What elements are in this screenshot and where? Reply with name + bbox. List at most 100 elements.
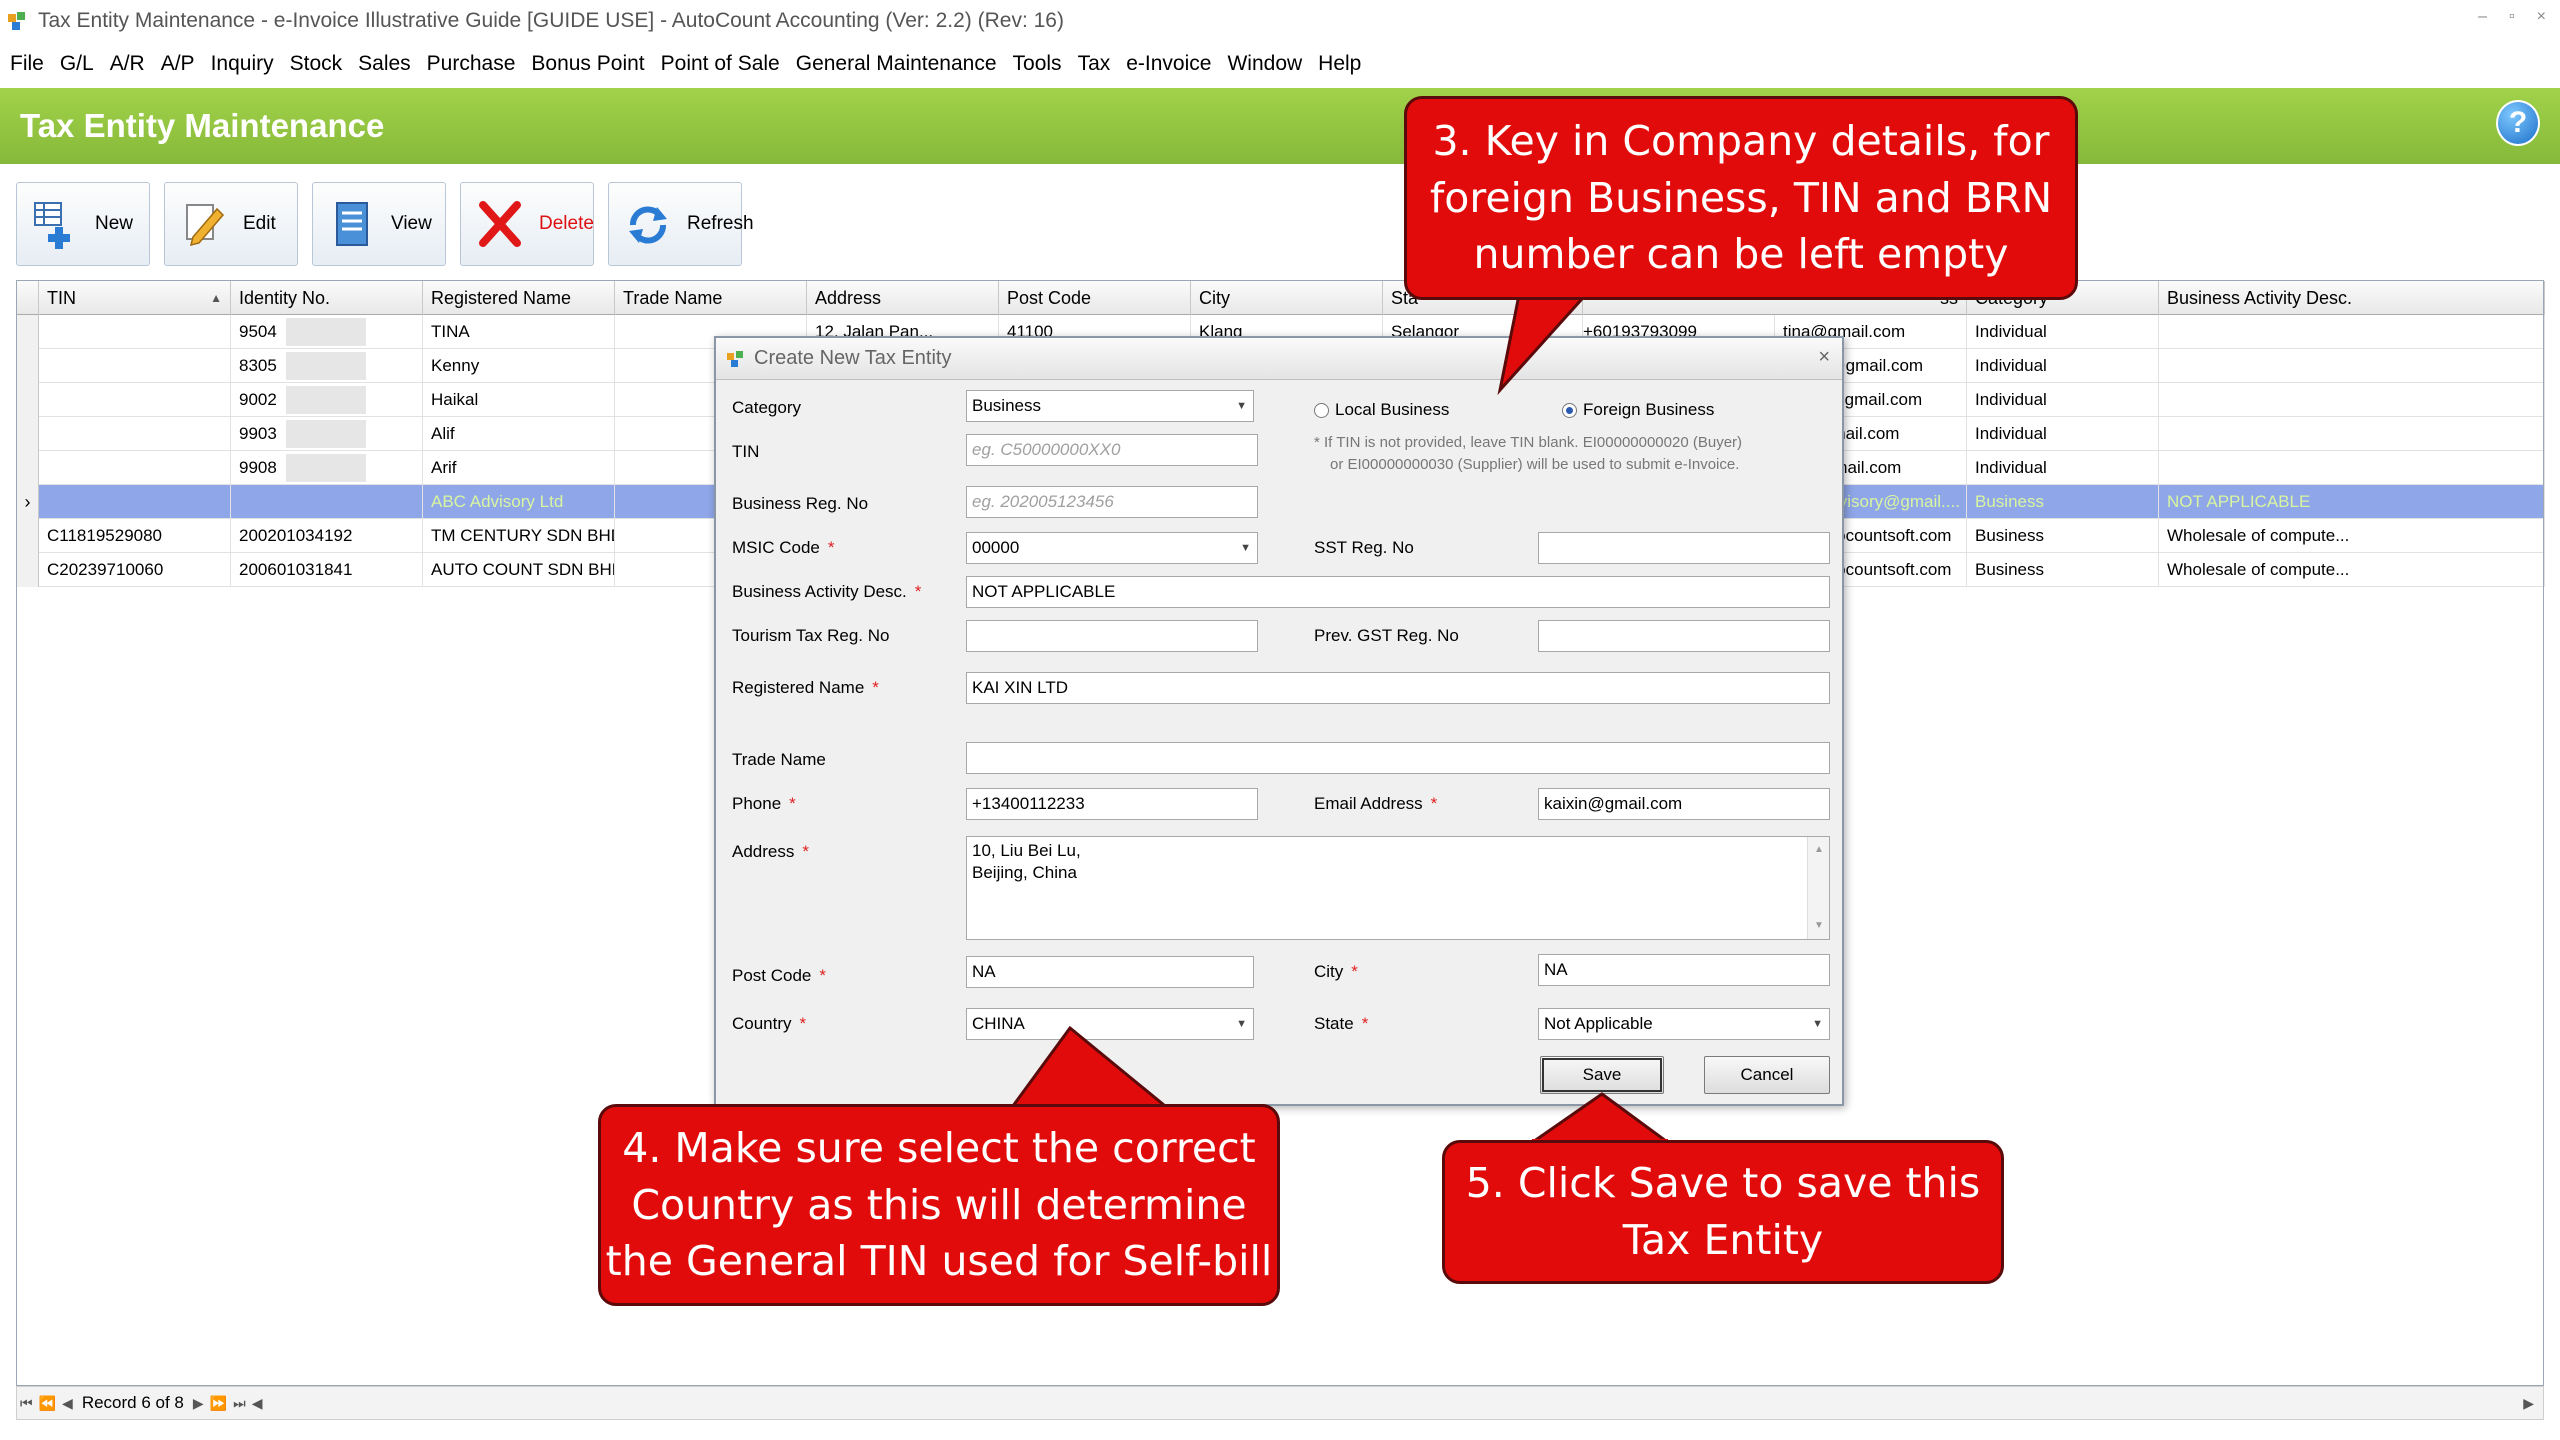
row-selector[interactable]: › <box>17 485 39 519</box>
label-post-code: Post Code * <box>732 966 827 985</box>
col-header-trade-name[interactable]: Trade Name <box>615 281 807 315</box>
scroll-left-icon[interactable]: ◀ <box>252 1395 263 1412</box>
tourism-tax-input[interactable] <box>966 620 1258 652</box>
menu-tools[interactable]: Tools <box>1005 52 1070 76</box>
post-code-input[interactable]: NA <box>966 956 1254 988</box>
view-document-icon <box>327 197 377 251</box>
menu-stock[interactable]: Stock <box>282 52 351 76</box>
scroll-right-icon[interactable]: ▶ <box>2523 1395 2534 1412</box>
prev-record-icon[interactable]: ◀ <box>62 1395 73 1412</box>
col-header-city[interactable]: City <box>1191 281 1383 315</box>
next-page-icon[interactable]: ⏩ <box>210 1395 227 1412</box>
radio-foreign-business[interactable]: Foreign Business <box>1562 400 1714 420</box>
menu-sales[interactable]: Sales <box>350 52 419 76</box>
dialog-app-icon <box>727 350 743 367</box>
label-country: Country * <box>732 1014 807 1033</box>
menu-tax[interactable]: Tax <box>1070 52 1119 76</box>
col-header-registered-name[interactable]: Registered Name <box>423 281 615 315</box>
row-selector[interactable] <box>17 417 39 451</box>
edit-button[interactable]: Edit <box>164 182 298 266</box>
close-window-icon[interactable]: × <box>2537 8 2546 26</box>
new-button[interactable]: New <box>16 182 150 266</box>
menu-inquiry[interactable]: Inquiry <box>203 52 282 76</box>
tin-input[interactable]: eg. C50000000XX0 <box>966 434 1258 466</box>
menu-bonus-point[interactable]: Bonus Point <box>523 52 652 76</box>
tin-note-line2: or EI00000000030 (Supplier) will be used… <box>1330 456 1740 473</box>
callout-step-3: 3. Key in Company details, for foreign B… <box>1404 96 2078 300</box>
cell-name: TM CENTURY SDN BHD <box>423 519 615 553</box>
sort-asc-icon: ▲ <box>210 291 222 305</box>
help-icon[interactable]: ? <box>2496 100 2540 146</box>
menu-ap[interactable]: A/P <box>153 52 203 76</box>
menu-window[interactable]: Window <box>1219 52 1310 76</box>
dialog-title-bar: Create New Tax Entity <box>716 338 1842 380</box>
minimize-icon[interactable]: – <box>2478 8 2487 26</box>
callout-step-4: 4. Make sure select the correct Country … <box>598 1104 1280 1306</box>
callout-4-line-1: 4. Make sure select the correct <box>622 1124 1256 1173</box>
scroll-up-icon[interactable]: ▲ <box>1814 839 1824 861</box>
radio-foreign-circle <box>1562 402 1577 418</box>
cell-tin <box>39 451 231 485</box>
row-selector[interactable] <box>17 349 39 383</box>
redacted-block <box>286 318 366 346</box>
menu-help[interactable]: Help <box>1310 52 1369 76</box>
col-header-activity[interactable]: Business Activity Desc. <box>2159 281 2545 315</box>
menu-purchase[interactable]: Purchase <box>419 52 524 76</box>
prev-page-icon[interactable]: ⏪ <box>39 1395 56 1412</box>
radio-local-business[interactable]: Local Business <box>1314 400 1449 420</box>
address-textarea[interactable]: 10, Liu Bei Lu, Beijing, China ▲ ▼ <box>966 836 1830 940</box>
row-selector[interactable] <box>17 315 39 349</box>
col-header-identity[interactable]: Identity No. <box>231 281 423 315</box>
dialog-close-icon[interactable]: × <box>1818 346 1830 369</box>
maximize-icon[interactable]: ▫ <box>2509 8 2515 26</box>
radio-local-label: Local Business <box>1335 400 1450 419</box>
edit-pencil-icon <box>179 197 229 251</box>
save-button[interactable]: Save <box>1540 1056 1664 1094</box>
view-button[interactable]: View <box>312 182 446 266</box>
msic-code-select[interactable]: 00000 ▼ <box>966 532 1258 564</box>
category-select[interactable]: Business ▼ <box>966 390 1254 422</box>
scroll-down-icon[interactable]: ▼ <box>1814 915 1824 937</box>
menu-ar[interactable]: A/R <box>102 52 153 76</box>
label-trade-name: Trade Name <box>732 750 826 769</box>
last-record-icon[interactable]: ⏭ <box>233 1395 246 1412</box>
col-header-post-code[interactable]: Post Code <box>999 281 1191 315</box>
menu-file[interactable]: File <box>0 52 52 76</box>
delete-button[interactable]: Delete <box>460 182 594 266</box>
row-selector[interactable] <box>17 383 39 417</box>
phone-input[interactable]: +13400112233 <box>966 788 1258 820</box>
grid-header: TIN ▲ Identity No. Registered Name Trade … <box>17 281 2545 315</box>
window-title-bar: Tax Entity Maintenance - e-Invoice Illus… <box>0 0 2560 42</box>
registered-name-input[interactable]: KAI XIN LTD <box>966 672 1830 704</box>
row-selector[interactable] <box>17 519 39 553</box>
row-selector[interactable] <box>17 451 39 485</box>
prev-gst-input[interactable] <box>1538 620 1830 652</box>
menu-point-of-sale[interactable]: Point of Sale <box>653 52 788 76</box>
chevron-down-icon: ▼ <box>1236 1018 1247 1030</box>
menu-general-maintenance[interactable]: General Maintenance <box>788 52 1005 76</box>
first-record-icon[interactable]: ⏮ <box>20 1395 33 1412</box>
page-header: Tax Entity Maintenance ? <box>0 88 2560 164</box>
menu-gl[interactable]: G/L <box>52 52 102 76</box>
address-scrollbar[interactable]: ▲ ▼ <box>1807 837 1829 939</box>
row-header-corner <box>17 281 39 315</box>
refresh-button[interactable]: Refresh <box>608 182 754 266</box>
new-icon <box>31 197 81 251</box>
col-header-tin[interactable]: TIN ▲ <box>39 281 231 315</box>
sst-reg-input[interactable] <box>1538 532 1830 564</box>
city-input[interactable]: NA <box>1538 954 1830 986</box>
delete-x-icon <box>475 197 525 251</box>
email-input[interactable]: kaixin@gmail.com <box>1538 788 1830 820</box>
trade-name-input[interactable] <box>966 742 1830 774</box>
row-selector[interactable] <box>17 553 39 587</box>
business-activity-input[interactable]: NOT APPLICABLE <box>966 576 1830 608</box>
brn-input[interactable]: eg. 202005123456 <box>966 486 1258 518</box>
redacted-block <box>286 420 366 448</box>
next-record-icon[interactable]: ▶ <box>193 1395 204 1412</box>
refresh-button-label: Refresh <box>687 213 754 234</box>
cell-name: ABC Advisory Ltd <box>423 485 615 519</box>
state-select[interactable]: Not Applicable ▼ <box>1538 1008 1830 1040</box>
cancel-button[interactable]: Cancel <box>1704 1056 1830 1094</box>
col-header-address[interactable]: Address <box>807 281 999 315</box>
menu-einvoice[interactable]: e-Invoice <box>1118 52 1219 76</box>
